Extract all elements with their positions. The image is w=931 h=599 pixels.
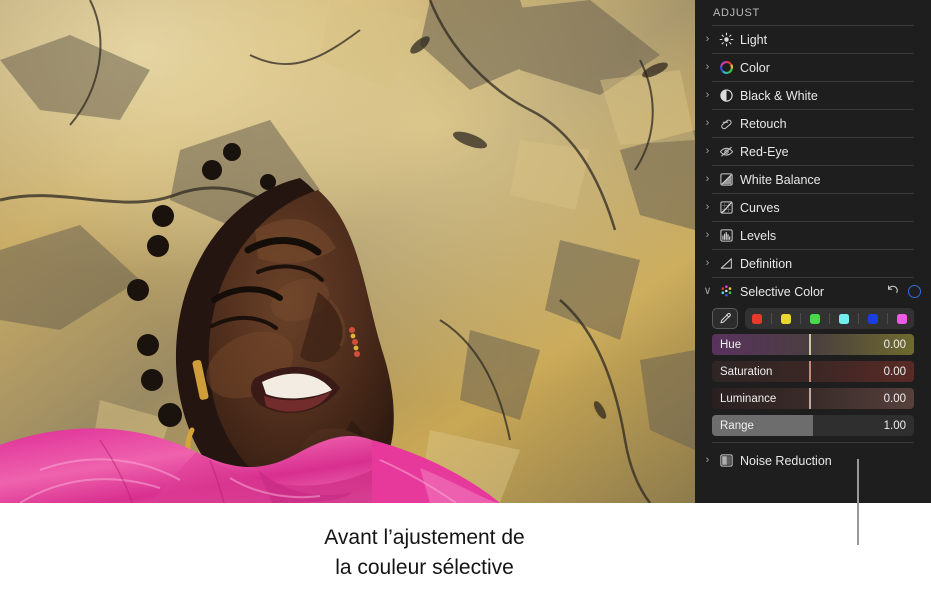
selective-color-body: Hue 0.00 Saturation 0.00 Luminance 0.00 … <box>695 305 931 436</box>
slider-label: Range <box>720 419 754 432</box>
adjust-item-black-and-white[interactable]: › Black & White <box>695 82 931 109</box>
caption-line-2: la couleur sélective <box>335 556 514 579</box>
swatch-separator <box>857 313 859 324</box>
adjust-item-selective-color[interactable]: ∨ Selective Color <box>695 278 931 305</box>
enable-toggle-circle-icon[interactable] <box>908 285 921 298</box>
swatch-yellow[interactable] <box>781 313 792 324</box>
chevron-right-icon[interactable]: › <box>700 34 715 45</box>
levels-icon <box>715 228 737 243</box>
adjust-item-label: Black & White <box>740 88 818 103</box>
swatch-separator <box>828 313 830 324</box>
color-swatches[interactable] <box>745 308 914 329</box>
chevron-right-icon[interactable]: › <box>700 455 715 466</box>
slider-value: 0.00 <box>883 392 906 405</box>
adjust-item-noise-reduction[interactable]: › Noise Reduction <box>695 447 931 474</box>
adjust-item-label: Color <box>740 60 770 75</box>
half-circle-icon <box>715 88 737 103</box>
adjust-item-label: Red-Eye <box>740 144 789 159</box>
swatch-separator <box>771 313 773 324</box>
divider <box>712 442 914 443</box>
caption: Avant l’ajustement de la couleur sélecti… <box>0 523 931 583</box>
adjust-item-light[interactable]: › Light <box>695 26 931 53</box>
photo-preview[interactable] <box>0 0 695 503</box>
adjust-item-red-eye[interactable]: › Red-Eye <box>695 138 931 165</box>
chevron-right-icon[interactable]: › <box>700 258 715 269</box>
eraser-icon <box>715 116 737 131</box>
chevron-right-icon[interactable]: › <box>700 118 715 129</box>
slider-value: 0.00 <box>883 365 906 378</box>
slider-handle[interactable] <box>808 388 811 409</box>
adjust-item-label: Levels <box>740 228 777 243</box>
chevron-right-icon[interactable]: › <box>700 146 715 157</box>
swatch-separator <box>886 313 888 324</box>
slider-saturation[interactable]: Saturation 0.00 <box>712 361 914 382</box>
chevron-right-icon[interactable]: › <box>700 90 715 101</box>
adjust-item-label: Definition <box>740 256 793 271</box>
photo-illustration <box>0 0 695 503</box>
adjust-item-label: Selective Color <box>740 284 825 299</box>
eyedropper-icon[interactable] <box>712 308 738 329</box>
slider-value: 0.00 <box>883 338 906 351</box>
adjust-item-definition[interactable]: › Definition <box>695 250 931 277</box>
swatch-cyan[interactable] <box>838 313 849 324</box>
slider-luminance[interactable]: Luminance 0.00 <box>712 388 914 409</box>
adjust-item-levels[interactable]: › Levels <box>695 222 931 249</box>
curves-icon <box>715 200 737 215</box>
noise-reduction-icon <box>715 453 737 468</box>
selective-color-sliders: Hue 0.00 Saturation 0.00 Luminance 0.00 … <box>712 334 914 436</box>
slider-label: Saturation <box>720 365 773 378</box>
swatch-magenta[interactable] <box>896 313 907 324</box>
color-wheel-icon <box>715 60 737 75</box>
swatch-separator <box>800 313 802 324</box>
chevron-right-icon[interactable]: › <box>700 202 715 213</box>
slider-handle[interactable] <box>808 334 811 355</box>
adjust-item-color[interactable]: › Color <box>695 54 931 81</box>
adjust-item-curves[interactable]: › Curves <box>695 194 931 221</box>
adjust-inspector-panel: ADJUST › Light › Color › Black & White ›… <box>695 0 931 503</box>
adjust-item-retouch[interactable]: › Retouch <box>695 110 931 137</box>
definition-icon <box>715 256 737 271</box>
caption-line-1: Avant l’ajustement de <box>324 526 525 549</box>
slider-value: 1.00 <box>883 419 906 432</box>
adjust-item-label: Light <box>740 32 768 47</box>
selective-color-icon <box>715 284 737 299</box>
reset-arrow-icon[interactable] <box>886 283 899 301</box>
color-swatch-bar <box>712 308 914 329</box>
adjust-item-label: Noise Reduction <box>740 453 832 468</box>
swatch-green[interactable] <box>810 313 821 324</box>
panel-title: ADJUST <box>713 7 760 19</box>
sun-icon <box>715 32 737 47</box>
swatch-red[interactable] <box>752 313 763 324</box>
adjust-item-label: Retouch <box>740 116 787 131</box>
slider-range[interactable]: Range 1.00 <box>712 415 914 436</box>
slider-label: Luminance <box>720 392 777 405</box>
slider-label: Hue <box>720 338 742 351</box>
adjust-item-white-balance[interactable]: › White Balance <box>695 166 931 193</box>
adjust-item-label: White Balance <box>740 172 821 187</box>
chevron-right-icon[interactable]: › <box>700 230 715 241</box>
chevron-right-icon[interactable]: › <box>700 174 715 185</box>
slider-handle[interactable] <box>808 361 811 382</box>
slider-hue[interactable]: Hue 0.00 <box>712 334 914 355</box>
eye-slash-icon <box>715 144 737 159</box>
white-balance-icon <box>715 172 737 187</box>
chevron-right-icon[interactable]: › <box>700 62 715 73</box>
adjust-item-label: Curves <box>740 200 780 215</box>
swatch-blue[interactable] <box>867 313 878 324</box>
chevron-down-icon[interactable]: ∨ <box>700 286 715 297</box>
